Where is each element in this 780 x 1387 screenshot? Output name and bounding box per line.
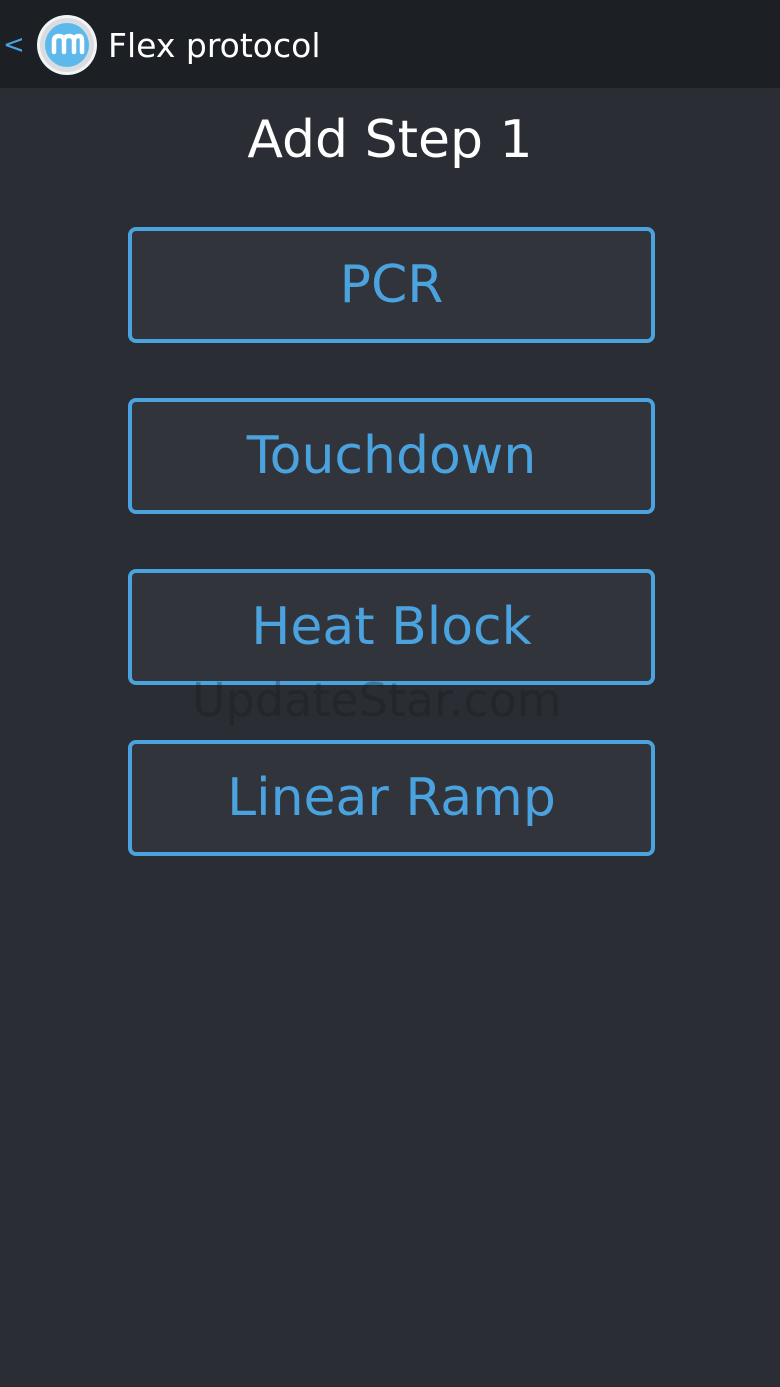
back-arrow-icon[interactable]: < [3, 28, 25, 62]
heat-block-step-button[interactable]: Heat Block [128, 569, 655, 685]
app-title: Flex protocol [108, 26, 321, 65]
pcr-step-button[interactable]: PCR [128, 227, 655, 343]
linear-ramp-step-button[interactable]: Linear Ramp [128, 740, 655, 856]
touchdown-step-button[interactable]: Touchdown [128, 398, 655, 514]
page-title: Add Step 1 [247, 110, 533, 170]
top-app-bar: < Flex protocol [0, 0, 780, 88]
app-logo-icon [37, 15, 97, 75]
